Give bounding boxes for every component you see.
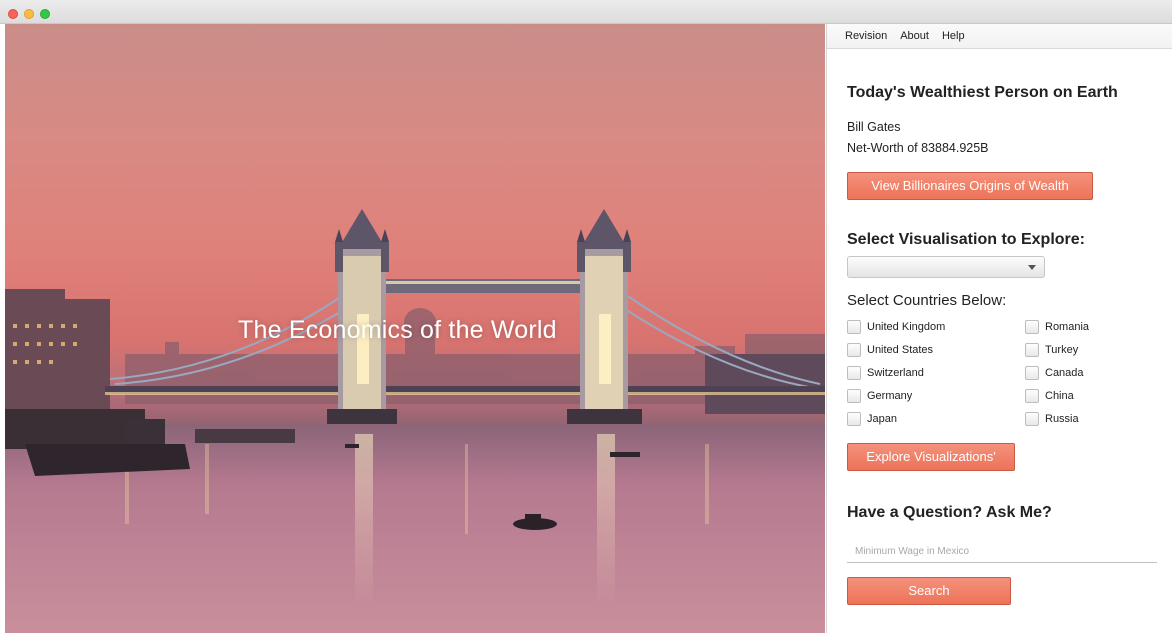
checkbox-label: Germany: [867, 390, 913, 402]
checkbox[interactable]: [1025, 320, 1039, 334]
checkbox-label: Canada: [1045, 367, 1084, 379]
country-japan[interactable]: Japan: [847, 411, 897, 427]
country-germany[interactable]: Germany: [847, 388, 912, 404]
checkbox-label: Japan: [867, 413, 897, 425]
close-window-button[interactable]: [8, 9, 18, 19]
country-united-kingdom[interactable]: United Kingdom: [847, 319, 945, 335]
checkbox[interactable]: [847, 366, 861, 380]
control-panel: Revision About Help Today's Wealthiest P…: [826, 24, 1172, 633]
question-heading: Have a Question? Ask Me?: [847, 504, 1052, 521]
checkbox-label: Russia: [1045, 413, 1079, 425]
country-united-states[interactable]: United States: [847, 342, 933, 358]
country-canada[interactable]: Canada: [1025, 365, 1084, 381]
visualisation-heading: Select Visualisation to Explore:: [847, 231, 1085, 248]
checkbox[interactable]: [847, 389, 861, 403]
question-input[interactable]: [847, 541, 1157, 563]
checkbox-label: Romania: [1045, 321, 1090, 333]
menu-revision[interactable]: Revision: [845, 30, 887, 42]
country-russia[interactable]: Russia: [1025, 411, 1079, 427]
minimize-window-button[interactable]: [24, 9, 34, 19]
menu-about[interactable]: About: [900, 30, 929, 42]
maximize-window-button[interactable]: [40, 9, 50, 19]
checkbox[interactable]: [1025, 389, 1039, 403]
checkbox[interactable]: [1025, 366, 1039, 380]
search-button[interactable]: Search: [847, 577, 1011, 605]
hero-title: The Economics of the World: [238, 316, 557, 344]
checkbox[interactable]: [847, 412, 861, 426]
title-bar: [0, 0, 1172, 24]
checkbox[interactable]: [847, 343, 861, 357]
wealthiest-net-worth: Net-Worth of 83884.925B: [847, 141, 989, 155]
checkbox-label: Turkey: [1045, 344, 1079, 356]
hero-image: The Economics of the World: [5, 24, 825, 633]
countries-label: Select Countries Below:: [847, 292, 1007, 309]
view-billionaires-button[interactable]: View Billionaires Origins of Wealth: [847, 172, 1093, 200]
chevron-down-icon: [1028, 265, 1036, 270]
country-switzerland[interactable]: Switzerland: [847, 365, 924, 381]
checkbox[interactable]: [847, 320, 861, 334]
country-china[interactable]: China: [1025, 388, 1074, 404]
menu-help[interactable]: Help: [942, 30, 965, 42]
checkbox[interactable]: [1025, 412, 1039, 426]
wealthiest-name: Bill Gates: [847, 120, 901, 134]
checkbox-label: China: [1045, 390, 1074, 402]
checkbox-label: United Kingdom: [867, 321, 946, 333]
visualisation-select[interactable]: [847, 256, 1045, 278]
checkbox[interactable]: [1025, 343, 1039, 357]
country-turkey[interactable]: Turkey: [1025, 342, 1078, 358]
app-window: The Economics of the World Revision Abou…: [0, 0, 1172, 633]
checkbox-label: United States: [867, 344, 934, 356]
country-romania[interactable]: Romania: [1025, 319, 1089, 335]
explore-visualizations-button[interactable]: Explore Visualizations': [847, 443, 1015, 471]
checkbox-label: Switzerland: [867, 367, 924, 379]
wealthiest-heading: Today's Wealthiest Person on Earth: [847, 84, 1118, 101]
menu-bar: Revision About Help: [827, 24, 1172, 49]
